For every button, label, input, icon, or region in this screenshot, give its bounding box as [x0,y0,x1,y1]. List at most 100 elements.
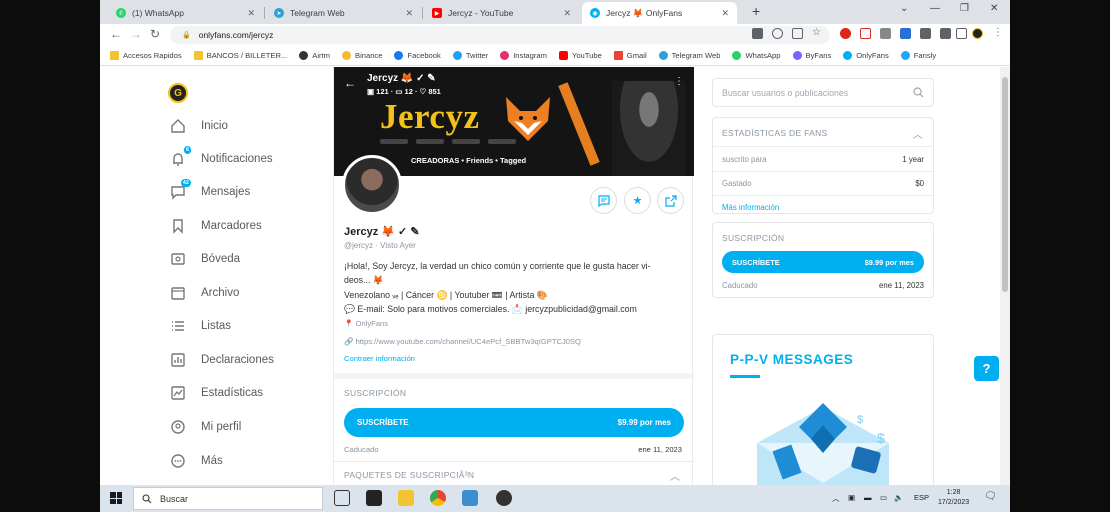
bookmark-fansly[interactable]: Fansly [900,51,936,60]
task-view-icon[interactable] [334,490,350,506]
banner-decoration [558,82,600,166]
taskbar-search[interactable]: Buscar [133,487,323,510]
tray-app-icon[interactable]: ▬ [864,493,872,502]
restore-icon[interactable]: ❐ [960,3,969,14]
tab-whatsapp[interactable]: ✆ (1) WhatsApp ✕ [108,2,263,24]
collapse-info-link[interactable]: Contraer información [344,354,415,363]
minimize-icon[interactable]: — [930,3,940,14]
scrollbar[interactable] [1000,67,1010,485]
bookmark-gmail[interactable]: Gmail [613,51,647,60]
windows-start-icon[interactable] [110,492,122,504]
bookmark-telegram[interactable]: Telegram Web [658,51,720,60]
extension-icon[interactable] [920,28,931,39]
share-button[interactable] [657,187,684,214]
opera-extension-icon[interactable] [840,28,851,39]
tray-chevron-icon[interactable]: ︿ [832,493,840,504]
bookmark-byfans[interactable]: ByFans [792,51,831,60]
statements-icon [171,353,185,367]
chevron-up-icon[interactable]: ︿ [913,126,923,141]
bookmark-accesos-rapidos[interactable]: Accesos Rapidos [110,51,182,60]
file-explorer-icon[interactable] [398,490,414,506]
bookmark-label: BANCOS / BILLETER... [206,51,288,60]
back-arrow-icon[interactable]: ← [344,76,356,90]
bookmark-onlyfans[interactable]: OnlyFans [843,51,889,60]
translate-icon[interactable] [752,28,763,39]
archive-icon [171,287,185,300]
sidebar-item-label: Estadísticas [201,387,263,399]
favorite-button[interactable]: ★ [624,187,651,214]
tab-onlyfans[interactable]: ◉ Jercyz 🦊 OnlyFans ✕ [582,2,737,24]
ppv-messages-card[interactable]: P-P-V MESSAGES $ $ [712,334,934,485]
close-icon[interactable]: ✕ [721,8,729,19]
bookmark-binance[interactable]: Binance [342,51,382,60]
extension-icon[interactable] [900,28,911,39]
subscribe-button-small[interactable]: SUSCRÍBETE $9.99 por mes [722,251,924,273]
language-indicator[interactable]: ESP [914,493,929,502]
puzzle-icon[interactable] [940,28,951,39]
sidebar-item-inicio[interactable]: Inicio [170,118,228,134]
sidebar-item-label: Inicio [201,120,228,132]
chat-icon [597,194,610,207]
bookmark-label: Airtm [312,51,330,60]
tab-search-icon[interactable]: ⌄ [900,3,908,14]
extension-icon[interactable] [860,28,871,39]
more-options-icon[interactable]: ⋮ [674,76,684,87]
sidebar-item-mensajes[interactable]: 42 Mensajes [170,179,250,200]
scrollbar-thumb[interactable] [1002,77,1008,292]
bookmark-youtube[interactable]: YouTube [558,51,602,60]
banner-tabs[interactable]: CREADORAS • Friends • Tagged [411,156,526,165]
search-input[interactable]: Buscar usuarios o publicaciones [712,78,934,107]
app-icon[interactable] [496,490,512,506]
network-icon[interactable]: ▭ [880,493,887,502]
site-logo[interactable]: G [168,83,188,103]
notification-center-icon[interactable]: 🗨 [984,491,997,502]
sidebar-item-marcadores[interactable]: Marcadores [170,218,262,234]
menu-dots-icon[interactable]: ⋮ [993,27,1003,38]
sidebar-item-mi-perfil[interactable]: Mi perfil [170,419,241,435]
bookmark-airtm[interactable]: Airtm [299,51,330,60]
chevron-up-icon[interactable]: ︿ [670,468,680,483]
sidebar-item-archivo[interactable]: Archivo [170,285,239,301]
profile-avatar-icon[interactable] [972,28,983,39]
tray-app-icon[interactable]: ▣ [848,493,855,502]
back-icon[interactable]: ← [110,27,122,41]
tab-telegram[interactable]: ➤ Telegram Web ✕ [266,2,421,24]
sidebar-item-mas[interactable]: Más [170,453,223,469]
close-icon[interactable]: ✕ [247,8,255,19]
tab-youtube[interactable]: ▶ Jercyz - YouTube ✕ [424,2,579,24]
new-tab-button[interactable]: + [752,3,760,19]
app-icon[interactable] [462,490,478,506]
share-icon[interactable] [792,28,803,39]
zoom-icon[interactable] [772,28,783,39]
reload-icon[interactable]: ↻ [150,27,160,41]
bookmark-facebook[interactable]: Facebook [394,51,441,60]
close-window-icon[interactable]: ✕ [990,3,998,14]
sidebar-item-boveda[interactable]: Bóveda [170,251,240,267]
message-button[interactable] [590,187,617,214]
bookmark-bancos[interactable]: BANCOS / BILLETER... [193,51,288,60]
sidebar-item-estadisticas[interactable]: Estadísticas [170,385,263,401]
subscribe-button[interactable]: SUSCRÍBETE $9.99 por mes [344,408,684,437]
extension-icon[interactable] [880,28,891,39]
star-icon[interactable]: ☆ [812,27,823,38]
close-icon[interactable]: ✕ [405,8,413,19]
close-icon[interactable]: ✕ [563,8,571,19]
bookmark-whatsapp[interactable]: WhatsApp [732,51,781,60]
clock[interactable]: 1:28 17/2/2023 [938,488,969,508]
more-info-link[interactable]: Más información [713,203,933,212]
bookmark-twitter[interactable]: Twitter [452,51,488,60]
sidebar-item-notificaciones[interactable]: 6 Notificaciones [170,146,273,167]
bookmark-instagram[interactable]: Instagram [500,51,547,60]
sidepanel-icon[interactable] [956,28,967,39]
youtube-link[interactable]: 🔗 https://www.youtube.com/channel/UC4ePc… [344,337,581,346]
volume-icon[interactable]: 🔈 [894,493,903,502]
chrome-icon[interactable] [430,490,446,506]
sidebar-item-declaraciones[interactable]: Declaraciones [170,352,274,368]
sidebar-item-listas[interactable]: Listas [170,318,231,334]
app-icon[interactable] [366,490,382,506]
address-bar[interactable]: 🔒 onlyfans.com/jercyz [170,26,830,44]
help-button[interactable]: ? [974,356,999,381]
forward-icon[interactable]: → [130,27,142,41]
banner-title: Jercyz [380,97,480,136]
profile-avatar[interactable] [342,155,402,215]
